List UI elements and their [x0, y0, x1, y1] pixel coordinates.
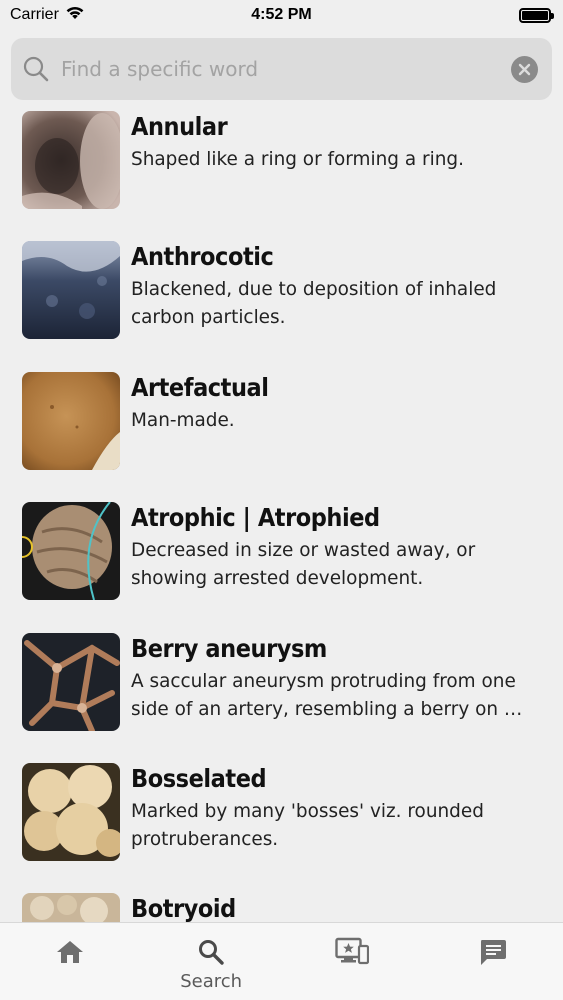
- term-title: Atrophic | Atrophied: [131, 503, 380, 532]
- thumbnail-image: [22, 241, 120, 339]
- term-title: Bosselated: [131, 764, 267, 793]
- term-definition: Shaped like a ring or forming a ring.: [131, 148, 464, 170]
- list-item[interactable]: Annular Shaped like a ring or forming a …: [0, 111, 563, 221]
- item-text: Artefactual Man-made.: [131, 372, 545, 434]
- clear-search-button[interactable]: [511, 55, 538, 83]
- term-definition: Blackened, due to deposition of inhaled …: [131, 278, 497, 328]
- search-input[interactable]: [61, 57, 511, 81]
- search-icon: [197, 937, 225, 967]
- list-item[interactable]: Atrophic | Atrophied Decreased in size o…: [0, 502, 563, 612]
- term-definition: Decreased in size or wasted away, or sho…: [131, 539, 476, 589]
- tab-bar: Search: [0, 922, 563, 1000]
- term-title: Anthrocotic: [131, 242, 274, 271]
- search-bar: [11, 38, 552, 100]
- status-bar: Carrier 4:52 PM: [0, 0, 563, 30]
- search-icon: [19, 52, 53, 86]
- home-icon: [56, 937, 84, 967]
- thumbnail-image: [22, 372, 120, 470]
- battery-icon: [519, 7, 554, 23]
- list-item[interactable]: Berry aneurysm A saccular aneurysm protr…: [0, 633, 563, 743]
- battery-fill: [522, 10, 548, 20]
- tab-label: Search: [180, 971, 243, 992]
- carrier-label: Carrier: [10, 6, 59, 23]
- item-text: Atrophic | Atrophied Decreased in size o…: [131, 502, 545, 592]
- monitor-star-icon: [335, 937, 369, 967]
- list-item[interactable]: Bosselated Marked by many 'bosses' viz. …: [0, 763, 563, 873]
- list-item[interactable]: Botryoid: [0, 893, 563, 922]
- term-definition: A saccular aneurysm protruding from one …: [131, 670, 523, 720]
- thumbnail-image: [22, 763, 120, 861]
- thumbnail-image: [22, 502, 120, 600]
- term-title: Artefactual: [131, 373, 269, 402]
- glossary-list[interactable]: Annular Shaped like a ring or forming a …: [0, 100, 563, 922]
- term-title: Annular: [131, 112, 228, 141]
- status-left: Carrier: [10, 5, 85, 25]
- term-title: Botryoid: [131, 894, 236, 922]
- tab-home[interactable]: [0, 923, 141, 1000]
- tab-messages[interactable]: [422, 923, 563, 1000]
- thumbnail-image: [22, 893, 120, 922]
- item-text: Bosselated Marked by many 'bosses' viz. …: [131, 763, 545, 853]
- term-title: Berry aneurysm: [131, 634, 327, 663]
- item-text: Annular Shaped like a ring or forming a …: [131, 111, 545, 173]
- term-definition: Man-made.: [131, 409, 235, 431]
- thumbnail-image: [22, 633, 120, 731]
- wifi-icon: [65, 5, 85, 25]
- item-text: Berry aneurysm A saccular aneurysm protr…: [131, 633, 545, 723]
- list-item[interactable]: Anthrocotic Blackened, due to deposition…: [0, 241, 563, 351]
- thumbnail-image: [22, 111, 120, 209]
- term-definition: Marked by many 'bosses' viz. rounded pro…: [131, 800, 484, 850]
- tab-presentation[interactable]: [282, 923, 423, 1000]
- tab-search[interactable]: Search: [141, 923, 282, 1000]
- item-text: Anthrocotic Blackened, due to deposition…: [131, 241, 545, 331]
- close-icon: [518, 63, 531, 75]
- chat-icon: [479, 937, 507, 967]
- item-text: Botryoid: [131, 893, 545, 922]
- list-item[interactable]: Artefactual Man-made.: [0, 372, 563, 482]
